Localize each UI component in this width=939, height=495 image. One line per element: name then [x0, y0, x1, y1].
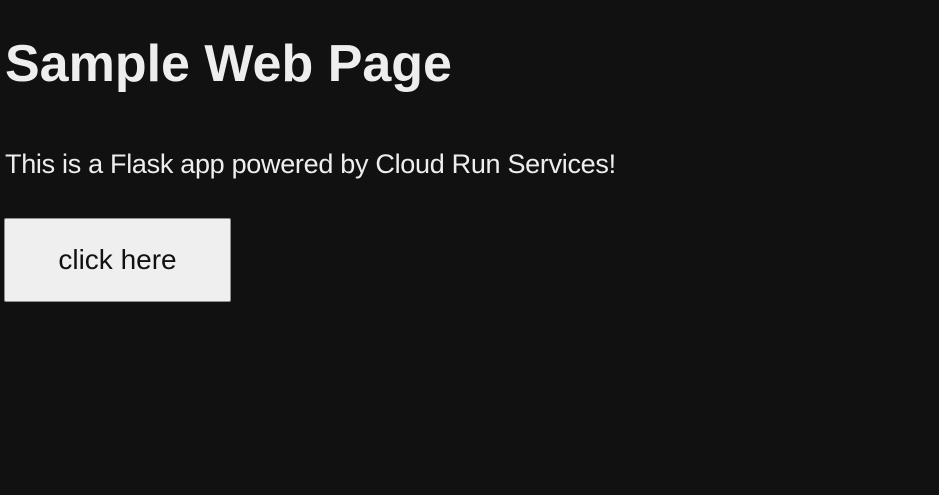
page-title: Sample Web Page [5, 35, 452, 93]
click-here-button[interactable]: click here [4, 218, 231, 302]
page-description: This is a Flask app powered by Cloud Run… [5, 149, 616, 179]
